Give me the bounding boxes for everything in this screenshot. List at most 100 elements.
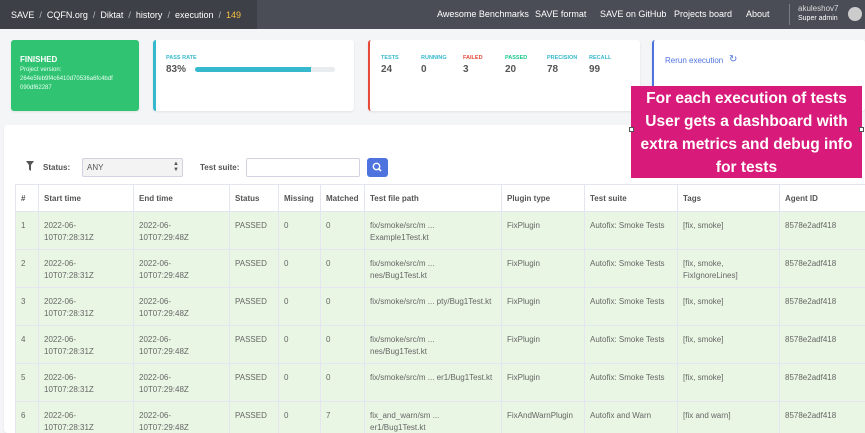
table-cell: [fix and warn] [677, 401, 780, 433]
breadcrumb-history[interactable]: history [136, 10, 163, 20]
table-cell: fix/smoke/src/m ... nes/Bug1Test.kt [364, 325, 502, 364]
table-cell: fix/smoke/src/m ... er1/Bug1Test.kt [364, 363, 502, 402]
annotation-line: for tests [715, 159, 778, 176]
breadcrumb-separator: / [167, 9, 170, 20]
resize-handle[interactable] [629, 127, 634, 132]
metric-label: FAILED [463, 55, 483, 61]
project-version-hash: 264e5feb9f4c6410d70536a6fc4bdf [20, 76, 113, 82]
breadcrumb-save[interactable]: SAVE [11, 10, 34, 20]
breadcrumb-execution[interactable]: execution [175, 10, 214, 20]
project-version-label: Project version: [20, 67, 62, 73]
annotation-line: extra metrics and debug info [640, 136, 853, 153]
breadcrumb-separator: / [218, 9, 221, 20]
resize-handle[interactable] [859, 127, 864, 132]
table-cell: 4 [15, 325, 39, 364]
table-row[interactable]: 2 2022-06- 10T07:28:31Z 2022-06- 10T07:29:… [15, 249, 865, 288]
metric-label: PRECISION [547, 55, 578, 61]
metric-label: RUNNING [421, 55, 447, 61]
table-cell: 2022-06- 10T07:29:48Z [133, 211, 230, 250]
table-cell: fix/smoke/src/m ... Example1Test.kt [364, 211, 502, 250]
annotation-line: User gets a dashboard with [645, 113, 848, 130]
table-cell: 0 [278, 211, 321, 250]
refresh-icon[interactable]: ↻ [729, 54, 737, 65]
search-button[interactable] [367, 158, 388, 177]
pass-rate-value: 83% [166, 64, 187, 75]
rerun-execution-button[interactable]: Rerun execution [665, 56, 723, 65]
test-executions-table: # Start time End time Status Missing Matched T… [15, 184, 865, 433]
top-navbar: SAVE / CQFN.org / Diktat / history / exe… [0, 0, 865, 29]
table-cell: 2022-06- 10T07:29:48Z [133, 325, 230, 364]
user-name[interactable]: akuleshov7 [798, 4, 838, 13]
table-cell: 5 [15, 363, 39, 402]
table-row[interactable]: 6 2022-06- 10T07:28:31Z 2022-06- 10T07:29:… [15, 401, 865, 433]
table-cell: fix/smoke/src/m ... nes/Bug1Test.kt [364, 249, 502, 288]
nav-awesome-benchmarks[interactable]: Awesome Benchmarks [437, 9, 529, 19]
table-row[interactable]: 5 2022-06- 10T07:28:31Z 2022-06- 10T07:29:… [15, 363, 865, 402]
table-row[interactable]: 3 2022-06- 10T07:28:31Z 2022-06- 10T07:29:… [15, 287, 865, 326]
table-cell: FixPlugin [501, 211, 585, 250]
metric-value: 0 [421, 64, 427, 75]
metric-label: PASSED [505, 55, 528, 61]
table-cell: [fix, smoke] [677, 211, 780, 250]
annotation-line: For each execution of tests [646, 90, 847, 107]
table-cell: Autofix: Smoke Tests [584, 249, 678, 288]
table-cell: Autofix: Smoke Tests [584, 211, 678, 250]
table-cell: FixPlugin [501, 325, 585, 364]
test-suite-input[interactable] [246, 158, 360, 177]
table-cell: 2022-06- 10T07:28:31Z [38, 325, 134, 364]
table-cell: FixPlugin [501, 363, 585, 402]
table-cell: 2022-06- 10T07:29:48Z [133, 249, 230, 288]
column-header: Tags [677, 184, 780, 212]
nav-save-format[interactable]: SAVE format [535, 9, 586, 19]
user-divider [789, 4, 790, 25]
table-cell: 2022-06- 10T07:29:48Z [133, 287, 230, 326]
table-cell: 8578e2adf418 [779, 211, 865, 250]
table-cell: FixPlugin [501, 249, 585, 288]
table-cell: [fix, smoke] [677, 363, 780, 402]
avatar[interactable] [848, 7, 862, 21]
metric-value: 78 [547, 64, 559, 75]
user-role: Super admin [798, 15, 838, 22]
nav-projects-board[interactable]: Projects board [674, 9, 732, 19]
table-cell: 0 [278, 325, 321, 364]
metric-label: RECALL [589, 55, 612, 61]
table-cell: 3 [15, 287, 39, 326]
column-header: # [15, 184, 39, 212]
column-header: Missing [278, 184, 321, 212]
table-row[interactable]: 1 2022-06- 10T07:28:31Z 2022-06- 10T07:29:… [15, 211, 865, 250]
filter-icon [26, 161, 34, 171]
table-cell: 2022-06- 10T07:28:31Z [38, 363, 134, 402]
status-select[interactable]: ANY ▲ ▼ [82, 158, 183, 177]
metric-failed: FAILED 3 [463, 55, 483, 75]
search-icon [372, 162, 382, 172]
table-row[interactable]: 4 2022-06- 10T07:28:31Z 2022-06- 10T07:29:… [15, 325, 865, 364]
breadcrumb-separator: / [128, 9, 131, 20]
table-cell: 2022-06- 10T07:28:31Z [38, 401, 134, 433]
column-header: Agent ID [779, 184, 865, 212]
table-cell: [fix, smoke] [677, 287, 780, 326]
execution-status: FINISHED [20, 55, 58, 64]
breadcrumb-separator: / [92, 9, 96, 20]
breadcrumb-separator: / [39, 9, 42, 20]
status-filter-label: Status: [43, 163, 71, 172]
table-cell: 2022-06- 10T07:28:31Z [38, 249, 134, 288]
table-cell: 0 [320, 363, 365, 402]
nav-about[interactable]: About [746, 9, 770, 19]
table-cell: FixPlugin [501, 287, 585, 326]
table-cell: 2 [15, 249, 39, 288]
table-cell: FixAndWarnPlugin [501, 401, 585, 433]
table-cell: 2022-06- 10T07:28:31Z [38, 211, 134, 250]
metric-running: RUNNING 0 [421, 55, 447, 75]
metric-value: 20 [505, 64, 517, 75]
breadcrumb-project[interactable]: Diktat [100, 10, 123, 20]
table-cell: [fix, smoke, FixIgnoreLines] [677, 249, 780, 288]
breadcrumb-organization[interactable]: CQFN.org [47, 10, 88, 20]
pass-rate-card: PASS RATE 83% [153, 40, 354, 111]
nav-save-on-github[interactable]: SAVE on GitHub [600, 9, 666, 19]
table-cell: 2022-06- 10T07:29:48Z [133, 401, 230, 433]
table-cell: Autofix: Smoke Tests [584, 363, 678, 402]
table-cell: [fix, smoke] [677, 325, 780, 364]
table-cell: 8578e2adf418 [779, 325, 865, 364]
status-select-value: ANY [87, 163, 104, 172]
table-cell: 0 [320, 211, 365, 250]
